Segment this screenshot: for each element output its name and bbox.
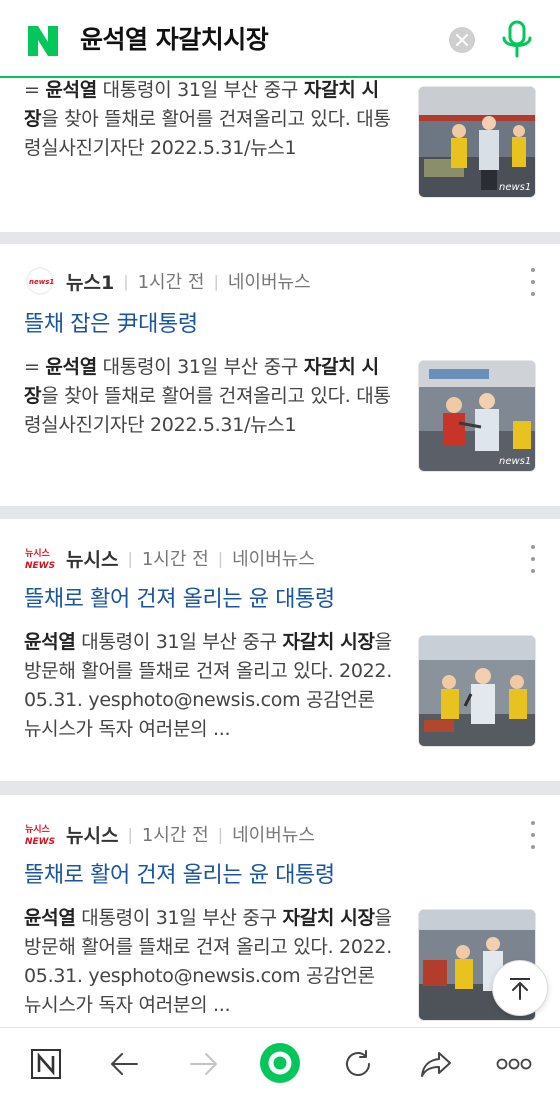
svg-text:news1: news1 (499, 182, 531, 193)
platform-link[interactable]: 네이버뉴스 (232, 545, 315, 571)
source-name[interactable]: 뉴시스 (66, 545, 118, 572)
search-header: 윤석열 자갈치시장 (0, 0, 560, 78)
microphone-icon[interactable] (500, 20, 534, 60)
svg-text:뉴시스: 뉴시스 (25, 548, 51, 559)
naver-home-icon (31, 1049, 61, 1079)
share-icon (421, 1052, 451, 1077)
scroll-to-top-button[interactable] (492, 960, 548, 1016)
article-source[interactable]: 뉴시스 NEWS 뉴시스 | 1시간 전 | 네이버뉴스 (24, 819, 315, 849)
article-thumbnail[interactable]: news1 (418, 360, 536, 472)
clear-search-button[interactable] (449, 27, 475, 53)
published-time: 1시간 전 (137, 272, 205, 293)
source-name[interactable]: 뉴스1 (66, 268, 114, 295)
back-arrow-icon (111, 1053, 138, 1075)
green-dot-icon (260, 1043, 300, 1083)
forward-arrow-icon (190, 1053, 217, 1075)
naver-home-button[interactable] (28, 1046, 64, 1082)
article-summary[interactable]: = 윤석열 대통령이 31일 부산 중구 자갈치 시장을 찾아 뜰채로 활어를 … (24, 78, 394, 163)
svg-text:NEWS: NEWS (25, 561, 55, 571)
naver-logo-icon[interactable] (26, 24, 60, 58)
svg-text:뉴시스: 뉴시스 (25, 824, 51, 835)
article-thumbnail[interactable] (418, 635, 536, 747)
news-card[interactable]: news1 뉴스1 | 1시간 전 | 네이버뉴스 뜰채 잡은 尹대통령 = 윤… (0, 244, 560, 506)
article-summary[interactable]: 윤석열 대통령이 31일 부산 중구 자갈치 시장을 방문해 활어를 뜰채로 건… (24, 628, 394, 744)
published-time: 1시간 전 (141, 825, 209, 846)
arrow-up-icon (510, 978, 530, 1000)
platform-link[interactable]: 네이버뉴스 (228, 268, 311, 294)
source-name[interactable]: 뉴시스 (66, 821, 118, 848)
more-options-button[interactable] (528, 821, 538, 849)
back-button[interactable] (106, 1046, 142, 1082)
article-title[interactable]: 뜰채로 활어 건져 올리는 윤 대통령 (24, 585, 335, 615)
svg-text:NEWS: NEWS (25, 837, 55, 847)
article-title[interactable]: 뜰채 잡은 尹대통령 (24, 310, 198, 340)
more-dots-icon (496, 1058, 532, 1070)
article-source[interactable]: news1 뉴스1 | 1시간 전 | 네이버뉴스 (24, 266, 311, 296)
separator: | (217, 548, 224, 568)
newsis-logo-icon: 뉴시스 NEWS (24, 820, 56, 848)
news-feed[interactable]: = 윤석열 대통령이 31일 부산 중구 자갈치 시장을 찾아 뜰채로 활어를 … (0, 78, 560, 1027)
platform-link[interactable]: 네이버뉴스 (232, 821, 315, 847)
bottom-navigation-bar (0, 1027, 560, 1098)
more-options-button[interactable] (528, 545, 538, 573)
separator: | (213, 271, 219, 291)
more-options-button[interactable] (528, 268, 538, 296)
more-menu-button[interactable] (496, 1046, 532, 1082)
share-button[interactable] (418, 1046, 454, 1082)
article-summary[interactable]: 윤석열 대통령이 31일 부산 중구 자갈치 시장을 방문해 활어를 뜰채로 건… (24, 904, 394, 1020)
news-card[interactable]: = 윤석열 대통령이 31일 부산 중구 자갈치 시장을 찾아 뜰채로 활어를 … (0, 78, 560, 232)
news1-logo-icon: news1 (24, 267, 56, 295)
article-thumbnail[interactable]: news1 (418, 86, 536, 198)
separator: | (217, 824, 224, 844)
close-icon (456, 34, 468, 46)
article-title[interactable]: 뜰채로 활어 건져 올리는 윤 대통령 (24, 861, 335, 891)
newsis-logo-icon: 뉴시스 NEWS (24, 544, 56, 572)
svg-text:news1: news1 (499, 456, 531, 467)
published-time: 1시간 전 (141, 549, 209, 570)
svg-text:news1: news1 (29, 278, 54, 286)
news-card[interactable]: 뉴시스 NEWS 뉴시스 | 1시간 전 | 네이버뉴스 뜰채로 활어 건져 올… (0, 519, 560, 781)
search-input[interactable]: 윤석열 자갈치시장 (80, 22, 269, 58)
forward-button[interactable] (186, 1046, 222, 1082)
article-source[interactable]: 뉴시스 NEWS 뉴시스 | 1시간 전 | 네이버뉴스 (24, 543, 315, 573)
refresh-icon (346, 1050, 370, 1076)
separator: | (127, 824, 133, 844)
news-card[interactable]: 뉴시스 NEWS 뉴시스 | 1시간 전 | 네이버뉴스 뜰채로 활어 건져 올… (0, 795, 560, 1027)
refresh-button[interactable] (340, 1046, 376, 1082)
separator: | (123, 271, 129, 291)
article-summary[interactable]: = 윤석열 대통령이 31일 부산 중구 자갈치 시장을 찾아 뜰채로 활어를 … (24, 353, 394, 440)
green-dot-button[interactable] (258, 1041, 302, 1085)
separator: | (127, 548, 133, 568)
